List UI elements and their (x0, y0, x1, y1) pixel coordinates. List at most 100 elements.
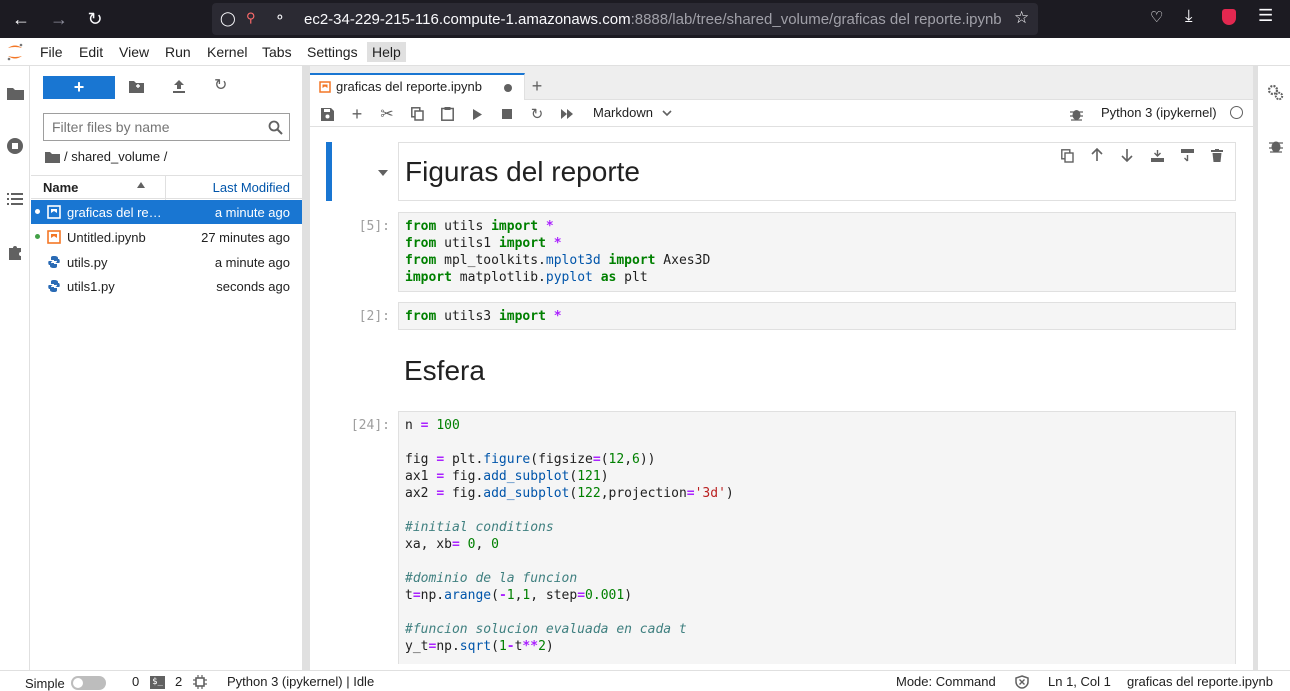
upload-icon[interactable] (172, 79, 186, 96)
add-tab-button[interactable]: + (526, 73, 548, 99)
kernel-count[interactable]: 2 (175, 674, 182, 689)
column-name-header[interactable]: Name (43, 180, 78, 195)
markdown-cell-selected[interactable]: Figuras del reporte (398, 142, 1236, 201)
code-source[interactable]: n = 100 fig = plt.figure(figsize=(12,6))… (399, 412, 1235, 660)
run-icon[interactable] (467, 104, 487, 124)
browser-toolbar: ← → ↻ ◯ ⚲ ⚬ ec2-34-229-215-116.compute-1… (0, 0, 1290, 38)
extension-puzzle-icon[interactable] (4, 241, 26, 263)
folder-icon[interactable] (4, 82, 26, 104)
code-source[interactable]: from utils import * from utils1 import *… (399, 213, 1235, 291)
paste-icon[interactable] (437, 104, 457, 124)
copy-icon[interactable] (407, 104, 427, 124)
refresh-icon[interactable]: ↻ (214, 78, 227, 94)
extension-shield-icon[interactable] (1222, 9, 1236, 25)
notebook-tab-icon (319, 81, 331, 93)
menu-run[interactable]: Run (165, 44, 191, 60)
move-up-icon[interactable] (1091, 147, 1103, 165)
new-folder-icon[interactable] (129, 80, 144, 96)
tab-graficas-notebook[interactable]: graficas del reporte.ipynb (310, 73, 525, 100)
simple-mode-toggle[interactable] (71, 676, 106, 690)
kernel-status-text[interactable]: Python 3 (ipykernel) | Idle (227, 674, 374, 689)
execution-count: [5]: (358, 219, 390, 234)
heading-figuras: Figuras del reporte (405, 156, 641, 187)
code-cell-utils3[interactable]: from utils3 import * (398, 302, 1236, 330)
file-filter-input[interactable] (44, 114, 259, 140)
file-modified: seconds ago (216, 279, 290, 294)
home-folder-icon[interactable] (45, 151, 60, 163)
breadcrumb: / shared_volume / (45, 149, 167, 164)
back-icon[interactable]: ← (8, 6, 34, 32)
notebook-file-icon (47, 205, 61, 219)
duplicate-cell-icon[interactable] (1061, 149, 1074, 166)
file-row[interactable]: utils1.py seconds ago (31, 274, 302, 298)
file-row[interactable]: graficas del reporte.ipynb a minute ago (31, 200, 302, 224)
insecure-lock-icon[interactable]: ⚲ (246, 10, 256, 26)
breadcrumb-path[interactable]: / shared_volume / (64, 149, 167, 164)
save-icon[interactable] (317, 104, 337, 124)
menu-edit[interactable]: Edit (79, 44, 103, 60)
debugger-bug-icon[interactable] (1070, 107, 1083, 121)
trust-shield-icon[interactable] (1015, 675, 1029, 689)
property-inspector-gears-icon[interactable] (1267, 84, 1284, 101)
move-down-icon[interactable] (1121, 148, 1133, 165)
kernel-chip-icon[interactable] (193, 675, 207, 689)
cell-type-select[interactable]: Markdown (593, 105, 653, 120)
debugger-icon[interactable] (1269, 138, 1283, 153)
collapse-heading-icon[interactable] (378, 170, 388, 176)
running-indicator (35, 209, 40, 214)
menu-file[interactable]: File (40, 44, 63, 60)
column-modified-header[interactable]: Last Modified (213, 180, 290, 195)
stop-icon[interactable] (497, 104, 517, 124)
delete-cell-icon[interactable] (1211, 149, 1223, 165)
heading-esfera: Esfera (404, 355, 485, 386)
right-sidebar-tabs (1257, 66, 1290, 670)
tab-label: graficas del reporte.ipynb (336, 79, 482, 94)
url-bar[interactable]: ◯ ⚲ ⚬ ec2-34-229-215-116.compute-1.amazo… (212, 3, 1038, 35)
jupyter-logo-icon (7, 43, 23, 61)
menu-help[interactable]: Help (367, 42, 406, 62)
file-filter-field[interactable] (43, 113, 290, 141)
running-sessions-icon[interactable] (4, 135, 26, 157)
menu-tabs[interactable]: Tabs (262, 44, 292, 60)
notebook-panel[interactable]: Figuras del reporte [5]: from utils impo… (310, 127, 1253, 664)
file-modified: a minute ago (214, 255, 290, 270)
cut-icon[interactable]: ✂ (377, 104, 397, 124)
terminal-icon[interactable]: $_ (150, 676, 165, 689)
file-row[interactable]: utils.py a minute ago (31, 250, 302, 274)
new-launcher-button[interactable]: + (43, 76, 115, 99)
table-of-contents-icon[interactable] (4, 188, 26, 210)
document-tabbar: graficas del reporte.ipynb + (310, 66, 1253, 100)
panel-splitter[interactable] (302, 66, 310, 670)
insert-below-icon[interactable] (1181, 149, 1194, 165)
notebook-file-icon (47, 230, 61, 244)
reload-icon[interactable]: ↻ (82, 6, 108, 32)
menu-settings[interactable]: Settings (307, 44, 358, 60)
download-icon[interactable]: ⤓ (1185, 6, 1193, 26)
menu-view[interactable]: View (119, 44, 149, 60)
active-cell-marker (326, 142, 332, 201)
menu-kernel[interactable]: Kernel (207, 44, 247, 60)
unsaved-dot-close-icon[interactable] (504, 84, 512, 92)
python-file-icon (48, 280, 60, 292)
fast-forward-icon[interactable] (557, 104, 577, 124)
file-name: utils1.py (67, 279, 115, 294)
forward-icon[interactable]: → (46, 6, 72, 32)
chevron-down-icon[interactable] (662, 110, 672, 117)
insert-above-icon[interactable] (1151, 149, 1164, 165)
hamburger-menu-icon[interactable]: ☰ (1258, 6, 1273, 26)
bookmark-star-icon[interactable]: ☆ (1014, 8, 1029, 28)
file-row[interactable]: Untitled.ipynb 27 minutes ago (31, 225, 302, 249)
insert-cell-icon[interactable]: + (347, 104, 367, 124)
restart-kernel-icon[interactable]: ↻ (527, 104, 547, 124)
code-cell-imports[interactable]: from utils import * from utils1 import *… (398, 212, 1236, 292)
key-icon[interactable]: ⚬ (274, 9, 286, 26)
kernel-name[interactable]: Python 3 (ipykernel) (1101, 105, 1217, 120)
notebook-toolbar: + ✂ ↻ Markdown Python 3 (ipykernel) (310, 100, 1253, 127)
pocket-icon[interactable]: ♡ (1150, 8, 1163, 26)
terminal-count[interactable]: 0 (132, 674, 139, 689)
cursor-position[interactable]: Ln 1, Col 1 (1048, 674, 1111, 689)
shield-icon[interactable]: ◯ (220, 10, 236, 27)
code-source[interactable]: from utils3 import * (399, 303, 1235, 330)
url-host: ec2-34-229-215-116.compute-1.amazonaws.c… (304, 11, 631, 28)
code-cell-esfera[interactable]: n = 100 fig = plt.figure(figsize=(12,6))… (398, 411, 1236, 664)
